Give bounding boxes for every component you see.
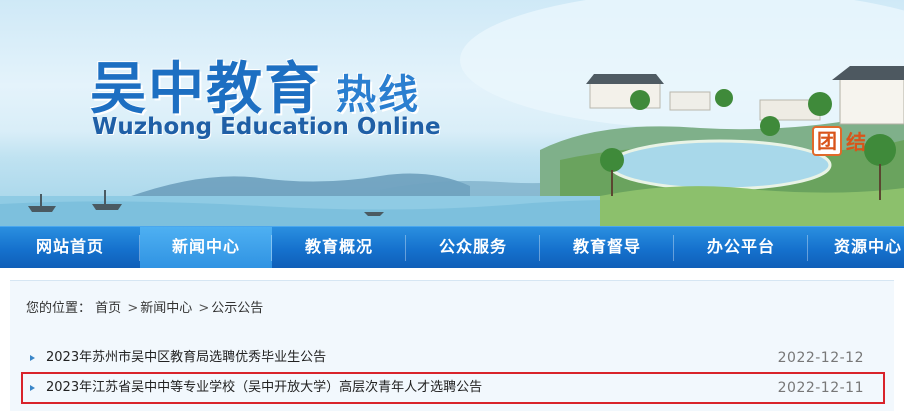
- breadcrumb: 您的位置： 首页 > 新闻中心 > 公示公告: [26, 297, 263, 316]
- breadcrumb-separator: >: [127, 301, 139, 316]
- news-list: 2023年苏州市吴中区教育局选聘优秀毕业生公告 2022-12-12 2023年…: [21, 343, 885, 404]
- nav-item-public-service[interactable]: 公众服务: [406, 227, 540, 268]
- site-logo-cn: 吴中教育 热线: [90, 44, 420, 125]
- slogan-badge-char-1: 团: [812, 126, 842, 156]
- breadcrumb-news[interactable]: 新闻中心: [140, 301, 192, 316]
- news-list-item[interactable]: 2023年苏州市吴中区教育局选聘优秀毕业生公告 2022-12-12: [22, 343, 884, 373]
- news-title[interactable]: 2023年苏州市吴中区教育局选聘优秀毕业生公告: [46, 343, 326, 373]
- nav-item-overview[interactable]: 教育概况: [272, 227, 406, 268]
- bullet-arrow-icon: [30, 385, 35, 391]
- main-nav: 网站首页 新闻中心 教育概况 公众服务 教育督导 办公平台 资源中心: [0, 226, 904, 268]
- nav-item-news[interactable]: 新闻中心: [140, 227, 272, 268]
- news-title[interactable]: 2023年江苏省吴中中等专业学校（吴中开放大学）高层次青年人才选聘公告: [46, 373, 482, 403]
- nav-item-resources[interactable]: 资源中心: [808, 227, 904, 268]
- content-panel: 您的位置： 首页 > 新闻中心 > 公示公告 2023年苏州市吴中区教育局选聘优秀毕…: [10, 280, 894, 411]
- nav-item-supervision[interactable]: 教育督导: [540, 227, 674, 268]
- breadcrumb-separator: >: [198, 301, 210, 316]
- news-date: 2022-12-12: [777, 350, 864, 366]
- nav-item-office[interactable]: 办公平台: [674, 227, 808, 268]
- breadcrumb-announcements[interactable]: 公示公告: [211, 301, 263, 316]
- site-logo-en: Wuzhong Education Online: [92, 114, 441, 140]
- nav-item-home[interactable]: 网站首页: [0, 227, 140, 268]
- bullet-arrow-icon: [30, 355, 35, 361]
- logo-cn-sub: 热线: [336, 72, 420, 118]
- news-list-item-highlighted[interactable]: 2023年江苏省吴中中等专业学校（吴中开放大学）高层次青年人才选聘公告 2022…: [21, 372, 885, 404]
- header-banner: 吴中教育 热线 Wuzhong Education Online 团 结: [0, 0, 904, 226]
- news-date: 2022-12-11: [777, 380, 864, 396]
- breadcrumb-home[interactable]: 首页: [95, 301, 121, 316]
- breadcrumb-prefix: 您的位置：: [26, 301, 92, 316]
- logo-cn-main: 吴中教育: [90, 57, 322, 122]
- slogan-badge-char-2: 结: [846, 130, 866, 154]
